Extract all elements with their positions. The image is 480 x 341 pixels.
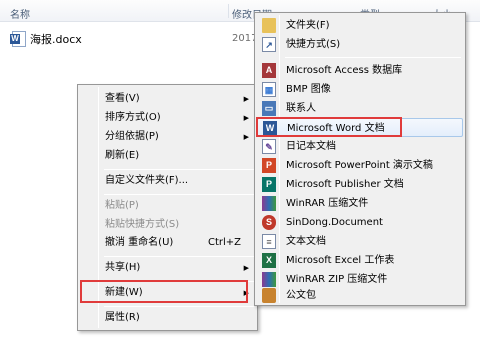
sindong-icon: S	[262, 215, 276, 230]
submenu-item-shortcut[interactable]: ↗ 快捷方式(S)	[257, 35, 463, 54]
submenu-item-folder[interactable]: 文件夹(F)	[257, 16, 463, 35]
menu-separator	[104, 306, 254, 307]
powerpoint-icon: P	[262, 158, 276, 173]
file-list-item[interactable]: 海报.docx	[10, 30, 82, 48]
word-document-icon	[10, 31, 26, 47]
text-document-icon: ≡	[262, 234, 276, 249]
briefcase-icon	[262, 288, 276, 303]
menu-item-label: 排序方式(O)	[105, 112, 161, 123]
submenu-item-winrar[interactable]: WinRAR 压缩文件	[257, 194, 463, 213]
submenu-item-access[interactable]: A Microsoft Access 数据库	[257, 61, 463, 80]
menu-item-refresh[interactable]: 刷新(E)	[80, 146, 255, 166]
new-submenu: 文件夹(F) ↗ 快捷方式(S) A Microsoft Access 数据库 …	[254, 12, 466, 306]
menu-item-view[interactable]: 查看(V) ▶	[80, 89, 255, 109]
submenu-item-label: 联系人	[286, 103, 316, 114]
submenu-item-label: Microsoft Excel 工作表	[286, 255, 395, 266]
column-header-name[interactable]: 名称	[10, 6, 30, 21]
menu-item-sort-by[interactable]: 排序方式(O) ▶	[80, 108, 255, 128]
submenu-item-publisher[interactable]: P Microsoft Publisher 文档	[257, 175, 463, 194]
submenu-item-bmp[interactable]: ▦ BMP 图像	[257, 80, 463, 99]
highlight-box-new	[80, 280, 248, 303]
menu-item-share[interactable]: 共享(H) ▶	[80, 258, 255, 278]
submenu-item-label: Microsoft Publisher 文档	[286, 179, 404, 190]
submenu-item-label: Microsoft PowerPoint 演示文稿	[286, 160, 433, 171]
submenu-item-contact[interactable]: ▭ 联系人	[257, 99, 463, 118]
menu-item-group-by[interactable]: 分组依据(P) ▶	[80, 127, 255, 147]
menu-item-paste[interactable]: 粘贴(P)	[80, 196, 255, 216]
submenu-item-label: 文本文档	[286, 236, 326, 247]
column-divider[interactable]	[228, 4, 229, 18]
menu-item-label: 粘贴(P)	[105, 200, 139, 211]
submenu-item-label: SinDong.Document	[286, 217, 383, 228]
menu-separator	[104, 169, 254, 170]
submenu-item-label: 日记本文档	[286, 141, 336, 152]
menu-item-label: 刷新(E)	[105, 150, 140, 161]
submenu-separator	[285, 57, 461, 58]
contact-icon: ▭	[262, 101, 276, 116]
menu-item-shortcut: Ctrl+Z	[207, 237, 241, 248]
submenu-arrow-icon: ▶	[243, 95, 249, 103]
submenu-item-label: 公文包	[286, 290, 316, 301]
access-icon: A	[262, 63, 276, 78]
journal-icon: ✎	[262, 139, 276, 154]
submenu-arrow-icon: ▶	[243, 133, 249, 141]
submenu-item-label: WinRAR 压缩文件	[286, 198, 369, 209]
submenu-arrow-icon: ▶	[243, 114, 249, 122]
excel-icon: X	[262, 253, 276, 268]
submenu-item-label: 文件夹(F)	[286, 20, 330, 31]
menu-item-label: 粘贴快捷方式(S)	[105, 219, 180, 230]
submenu-item-label: Microsoft Access 数据库	[286, 65, 403, 76]
menu-item-label: 撤消 重命名(U)	[105, 237, 174, 248]
menu-separator	[104, 194, 254, 195]
winrar-zip-icon	[262, 272, 276, 287]
menu-item-label: 自定义文件夹(F)...	[105, 175, 189, 186]
menu-separator	[104, 256, 254, 257]
menu-item-label: 分组依据(P)	[105, 131, 159, 142]
menu-item-undo-rename[interactable]: 撤消 重命名(U) Ctrl+Z	[80, 233, 255, 253]
submenu-item-label: BMP 图像	[286, 84, 331, 95]
submenu-item-journal[interactable]: ✎ 日记本文档	[257, 137, 463, 156]
submenu-item-briefcase[interactable]: 公文包	[257, 286, 463, 305]
submenu-item-sindong[interactable]: S SinDong.Document	[257, 213, 463, 232]
publisher-icon: P	[262, 177, 276, 192]
menu-item-label: 共享(H)	[105, 262, 141, 273]
winrar-icon	[262, 196, 276, 211]
submenu-arrow-icon: ▶	[243, 264, 249, 272]
menu-item-paste-shortcut[interactable]: 粘贴快捷方式(S)	[80, 215, 255, 235]
submenu-item-powerpoint[interactable]: P Microsoft PowerPoint 演示文稿	[257, 156, 463, 175]
menu-item-label: 查看(V)	[105, 93, 140, 104]
folder-icon	[262, 18, 276, 33]
submenu-item-excel[interactable]: X Microsoft Excel 工作表	[257, 251, 463, 270]
submenu-item-text[interactable]: ≡ 文本文档	[257, 232, 463, 251]
file-name: 海报.docx	[30, 33, 82, 46]
submenu-item-label: 快捷方式(S)	[286, 39, 341, 50]
highlight-box-word	[256, 117, 402, 137]
menu-item-customize-folder[interactable]: 自定义文件夹(F)...	[80, 171, 255, 191]
bmp-image-icon: ▦	[262, 82, 276, 97]
submenu-item-label: WinRAR ZIP 压缩文件	[286, 274, 388, 285]
menu-item-label: 属性(R)	[105, 312, 140, 323]
menu-item-properties[interactable]: 属性(R)	[80, 308, 255, 328]
shortcut-icon: ↗	[262, 37, 276, 52]
